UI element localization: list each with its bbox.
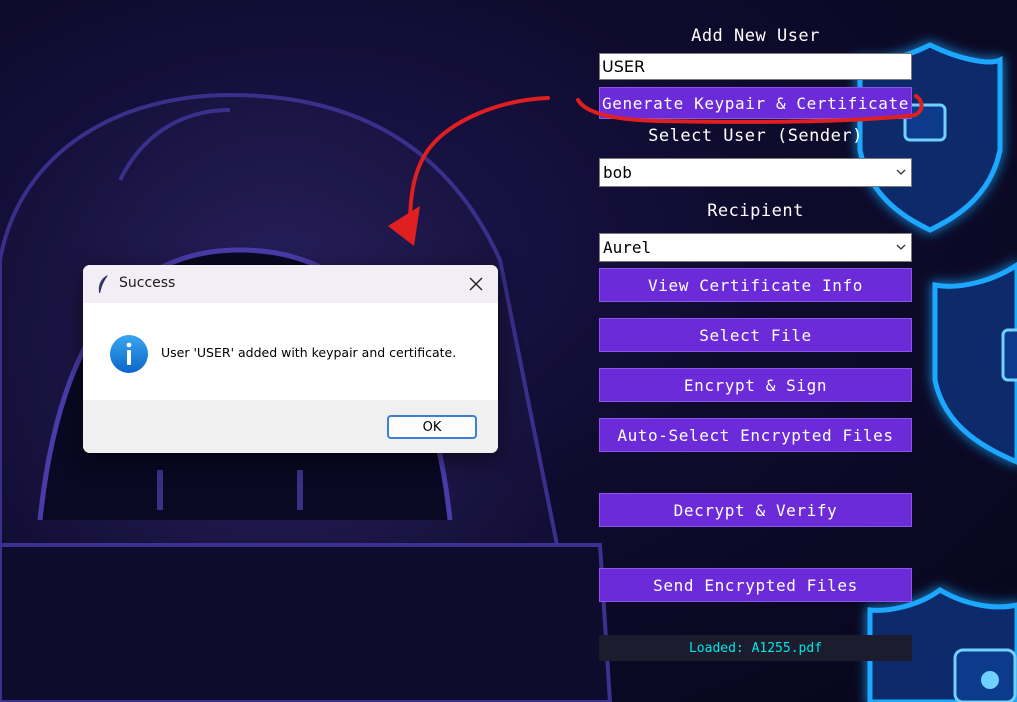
sender-select-value: bob bbox=[603, 163, 632, 182]
dialog-title: Success bbox=[119, 275, 176, 291]
sender-label: Select User (Sender) bbox=[648, 126, 863, 146]
generate-keypair-button[interactable]: Generate Keypair & Certificate bbox=[599, 87, 912, 119]
encrypt-sign-button[interactable]: Encrypt & Sign bbox=[599, 368, 912, 402]
send-encrypted-button[interactable]: Send Encrypted Files bbox=[599, 568, 912, 602]
chevron-down-icon bbox=[896, 244, 906, 250]
feather-icon bbox=[98, 275, 108, 294]
ok-button[interactable]: OK bbox=[387, 415, 477, 439]
select-file-button[interactable]: Select File bbox=[599, 318, 912, 352]
username-input[interactable] bbox=[599, 53, 912, 80]
dialog-close-button[interactable] bbox=[454, 265, 498, 303]
close-icon bbox=[469, 277, 483, 291]
auto-select-encrypted-button[interactable]: Auto-Select Encrypted Files bbox=[599, 418, 912, 452]
shield-graphic-middle bbox=[932, 261, 1017, 465]
dialog-body: User 'USER' added with keypair and certi… bbox=[83, 303, 498, 400]
status-label: Loaded: A1255.pdf bbox=[599, 635, 912, 661]
dialog-footer: OK bbox=[83, 400, 498, 453]
dialog-titlebar[interactable]: Success bbox=[83, 265, 498, 303]
dialog-message: User 'USER' added with keypair and certi… bbox=[161, 345, 457, 360]
sender-select[interactable]: bob bbox=[599, 158, 912, 187]
recipient-label: Recipient bbox=[707, 201, 804, 221]
recipient-select-value: Aurel bbox=[603, 238, 652, 257]
recipient-select[interactable]: Aurel bbox=[599, 233, 912, 262]
add-user-label: Add New User bbox=[691, 26, 820, 46]
chevron-down-icon bbox=[896, 169, 906, 175]
info-icon bbox=[110, 335, 148, 373]
decrypt-verify-button[interactable]: Decrypt & Verify bbox=[599, 493, 912, 527]
view-certificate-button[interactable]: View Certificate Info bbox=[599, 268, 912, 302]
success-dialog: Success User 'USER' added with keypair a… bbox=[83, 265, 498, 453]
